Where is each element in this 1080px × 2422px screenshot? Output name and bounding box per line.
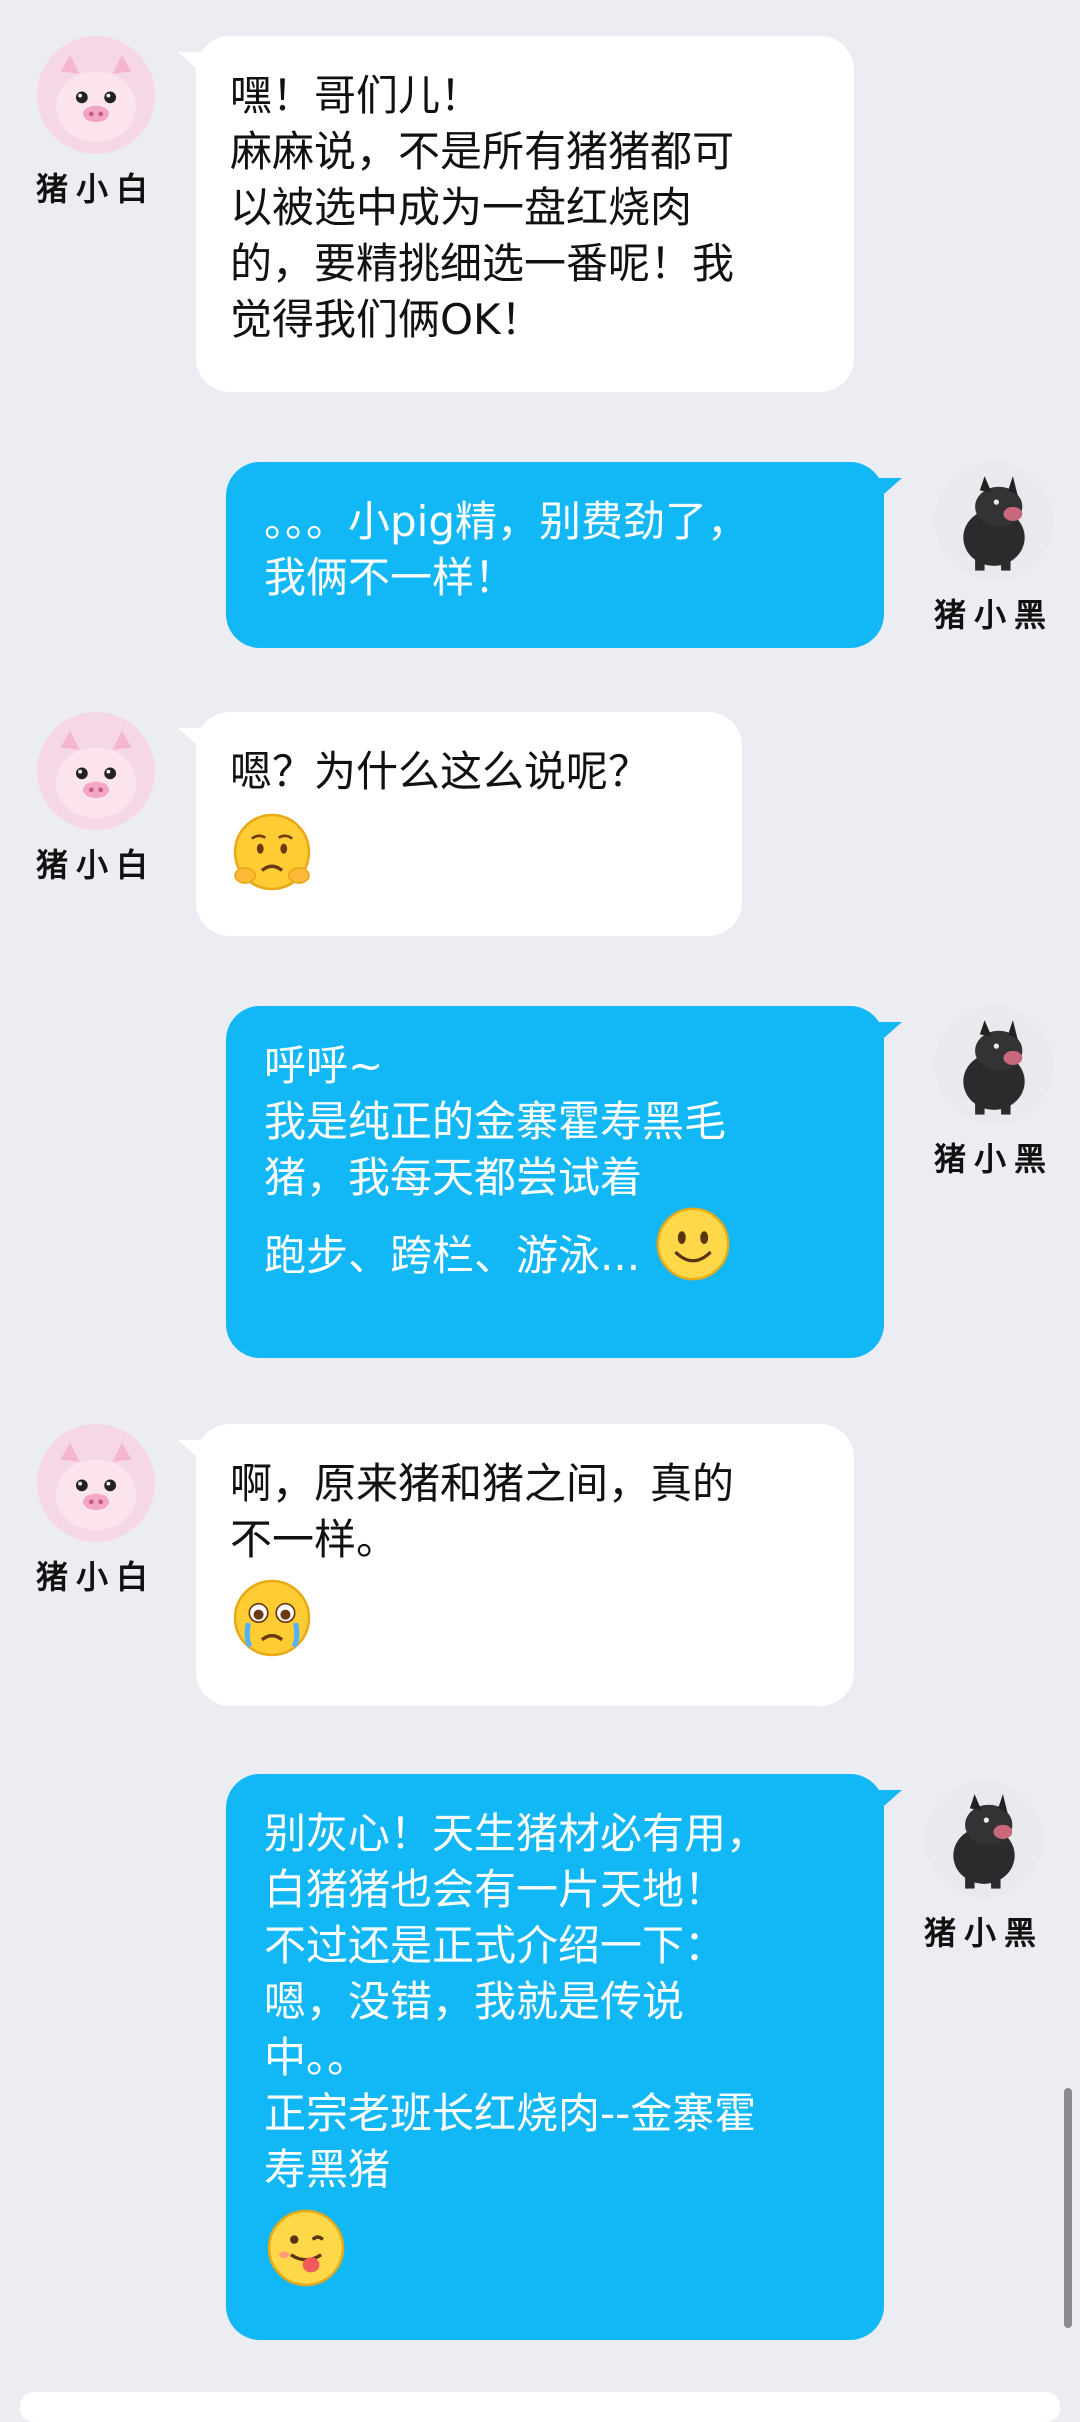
message-bubble[interactable]: 。。。小pig精，别费劲了， 我俩不一样！ [226, 462, 902, 648]
bubble-tail [868, 1790, 902, 1820]
white-pig-avatar-icon[interactable] [37, 36, 155, 154]
worried-face-emoji [230, 810, 314, 894]
black-pig-avatar-icon[interactable] [925, 1780, 1043, 1898]
sender-avatar-white-pig[interactable]: 猪小白 [26, 1424, 166, 1598]
white-pig-avatar-icon[interactable] [37, 712, 155, 830]
message-text-line: 麻麻说，不是所有猪猪都可 [230, 127, 735, 176]
bubble-tail [178, 728, 212, 758]
smiling-face-emoji [653, 1204, 733, 1284]
black-pig-avatar-icon[interactable] [935, 1006, 1053, 1124]
message-composer-edge[interactable] [20, 2392, 1060, 2422]
message-text-line: 正宗老班长红烧肉--金寨霍 [264, 2089, 757, 2138]
sender-name: 猪小黑 [933, 596, 1054, 634]
message-bubble[interactable]: 嗯？为什么这么说呢？ [178, 712, 742, 936]
message-text-line: 呼呼~ [264, 1041, 384, 1090]
message-text-line: 不一样。 [230, 1515, 399, 1564]
message-text-line: 我俩不一样！ [264, 553, 517, 602]
tongue-out-face-emoji [264, 2206, 348, 2290]
message-text-line: 嗯？为什么这么说呢？ [230, 747, 651, 796]
scrollbar-thumb[interactable] [1064, 2088, 1072, 2328]
message-bubble[interactable]: 呼呼~ 我是纯正的金寨霍寿黑毛 猪，我每天都尝试着 跑步、跨栏、游泳... [226, 1006, 902, 1358]
crying-face-emoji [230, 1576, 314, 1660]
sender-name: 猪小黑 [923, 1914, 1044, 1952]
sender-name: 猪小白 [35, 846, 156, 884]
message-text-line: 猪，我每天都尝试着 [264, 1153, 643, 1202]
sender-avatar-black-pig[interactable]: 猪小黑 [924, 1006, 1064, 1180]
message-text-line: 中。。 [264, 2033, 370, 2082]
message-text-line: 的，要精挑细选一番呢！我 [230, 239, 735, 288]
bubble-tail [868, 478, 902, 508]
white-pig-avatar-icon[interactable] [37, 1424, 155, 1542]
message-text-line: 跑步、跨栏、游泳... [264, 1207, 844, 1284]
message-bubble[interactable]: 嘿！哥们儿！ 麻麻说，不是所有猪猪都可 以被选中成为一盘红烧肉 的，要精挑细选一… [178, 36, 854, 392]
bubble-tail [868, 1022, 902, 1052]
message-text-line: 寿黑猪 [264, 2145, 391, 2194]
message-text-line: 白猪猪也会有一片天地！ [264, 1865, 727, 1914]
message-text-line: 嗯，没错，我就是传说 [264, 1977, 685, 2026]
bubble-tail [178, 1440, 212, 1470]
sender-avatar-black-pig[interactable]: 猪小黑 [914, 1780, 1054, 1954]
message-bubble[interactable]: 别灰心！天生猪材必有用， 白猪猪也会有一片天地！ 不过还是正式介绍一下： 嗯，没… [226, 1774, 902, 2340]
chat-message-list[interactable]: 猪小白 嘿！哥们儿！ 麻麻说，不是所有猪猪都可 以被选中成为一盘红烧肉 的，要精… [0, 0, 1080, 2422]
sender-name: 猪小黑 [933, 1140, 1054, 1178]
message-text-line: 觉得我们俩OK！ [230, 295, 543, 344]
message-bubble[interactable]: 啊，原来猪和猪之间，真的 不一样。 [178, 1424, 854, 1706]
message-text-line: 啊，原来猪和猪之间，真的 [230, 1459, 735, 1508]
message-text-fragment: 跑步、跨栏、游泳... [264, 1231, 641, 1280]
message-text-line: 别灰心！天生猪材必有用， [264, 1809, 769, 1858]
message-text-line: 。。。小pig精，别费劲了， [264, 497, 749, 546]
bubble-tail [178, 52, 212, 82]
sender-avatar-white-pig[interactable]: 猪小白 [26, 36, 166, 210]
message-text-line: 我是纯正的金寨霍寿黑毛 [264, 1097, 727, 1146]
sender-avatar-black-pig[interactable]: 猪小黑 [924, 462, 1064, 636]
black-pig-avatar-icon[interactable] [935, 462, 1053, 580]
message-text-line: 嘿！哥们儿！ [230, 71, 483, 120]
message-text-line: 不过还是正式介绍一下： [264, 1921, 727, 1970]
sender-name: 猪小白 [35, 1558, 156, 1596]
message-text-line: 以被选中成为一盘红烧肉 [230, 183, 693, 232]
sender-name: 猪小白 [35, 170, 156, 208]
sender-avatar-white-pig[interactable]: 猪小白 [26, 712, 166, 886]
